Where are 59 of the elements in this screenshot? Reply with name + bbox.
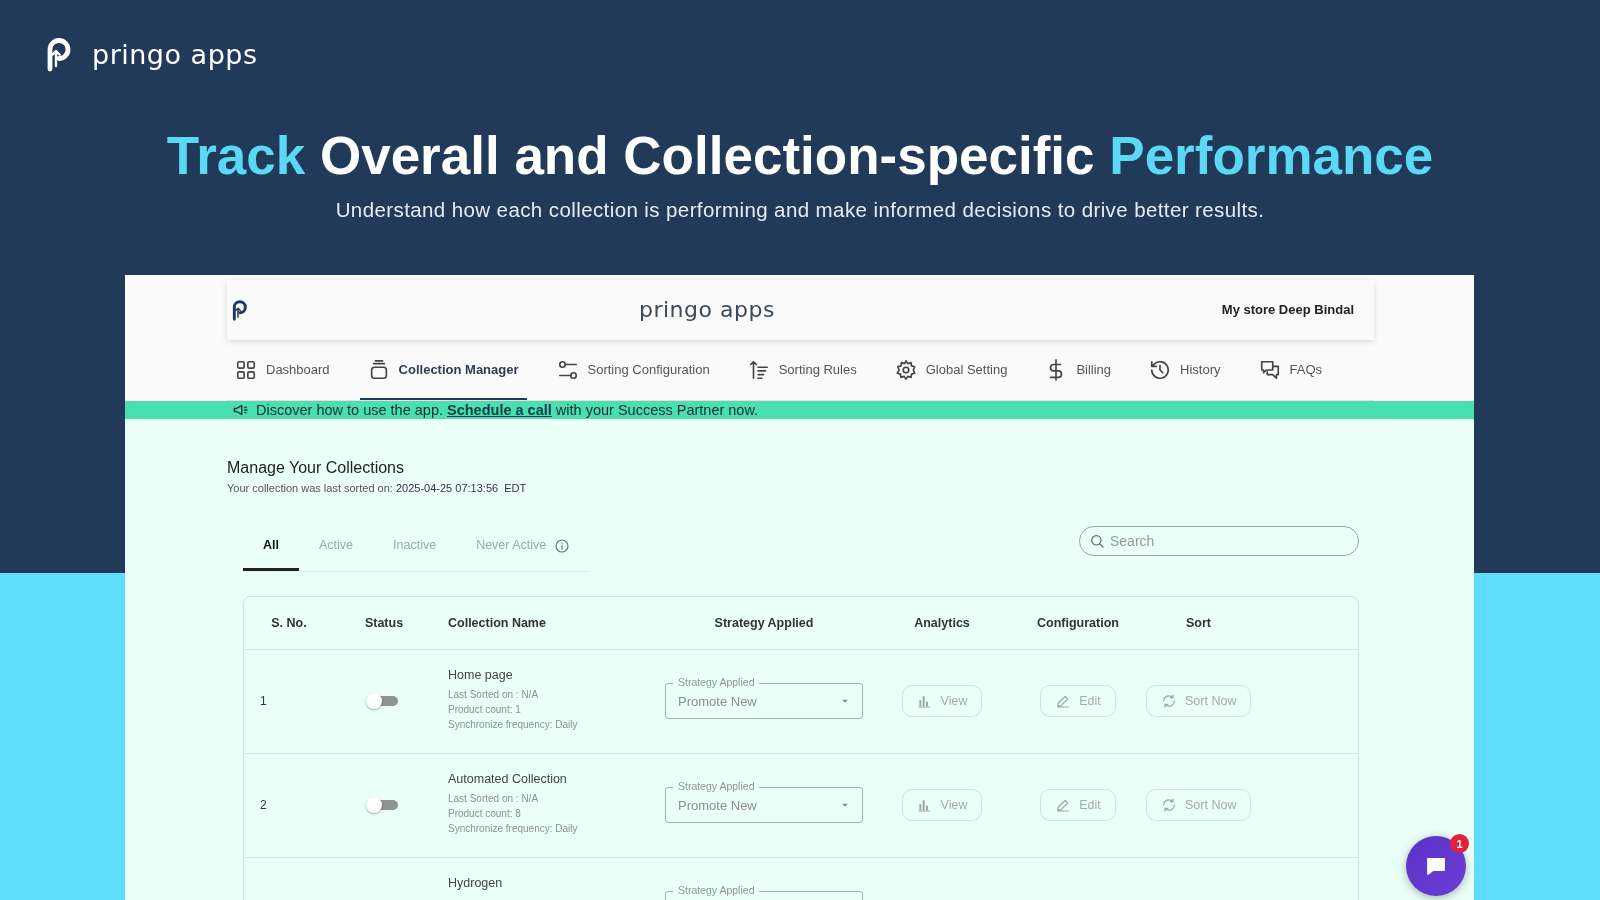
nav-tab[interactable]: Collection Manager	[359, 341, 527, 400]
collection-name: Automated Collection	[448, 771, 567, 786]
bar-chart-icon	[916, 797, 933, 814]
settings-icon	[894, 358, 917, 381]
nav-tab[interactable]: Sorting Configuration	[548, 341, 718, 400]
nav-tab[interactable]: Sorting Rules	[739, 341, 865, 400]
banner-message: Discover how to use the app. Schedule a call with your Success Partner now.	[256, 401, 759, 418]
bar-chart-button[interactable]: View	[901, 789, 983, 822]
nav-tab[interactable]: Global Setting	[886, 341, 1016, 400]
collection-detail: Last Sorted on : N/A	[448, 791, 539, 806]
section-title: Manage Your Collections	[227, 458, 405, 477]
bar-chart-button[interactable]: View	[901, 685, 983, 718]
bar-chart-icon	[916, 693, 933, 710]
column-header: Analytics	[913, 615, 971, 630]
collection-detail: Synchronize frequency: Daily	[448, 717, 578, 732]
column-header: Status	[363, 615, 405, 630]
collection-name: Hydrogen	[448, 875, 503, 890]
column-header: Configuration	[1036, 615, 1120, 630]
brand-name: pringo apps	[639, 297, 775, 323]
pencil-button[interactable]: Edit	[1040, 685, 1116, 718]
column-header: S. No.	[270, 615, 308, 630]
last-sorted-text: Your collection was last sorted on: 2025-04-25 07:13:56 EDT	[227, 481, 528, 494]
schedule-call-link[interactable]: Schedule a call	[447, 401, 552, 418]
nav-tab[interactable]: History	[1141, 341, 1229, 400]
row-number: 1	[260, 694, 267, 709]
brand-name: pringo apps	[92, 38, 258, 70]
nav-tab[interactable]: FAQs	[1250, 341, 1331, 400]
collection-detail: Product count: 8	[448, 806, 521, 821]
collection-detail: Product count: 1	[448, 702, 521, 717]
pencil-icon	[1055, 797, 1072, 814]
column-header: Strategy Applied	[713, 615, 815, 630]
search-icon	[1089, 532, 1105, 549]
refresh-button[interactable]: Sort Now	[1146, 685, 1252, 718]
sliders-icon	[556, 358, 579, 381]
column-header: Collection Name	[447, 615, 547, 630]
chat-bubbles-icon	[1258, 358, 1281, 381]
nav-tab[interactable]: Dashboard	[227, 341, 338, 400]
grid-icon	[235, 358, 257, 381]
row-number: 2	[260, 798, 267, 813]
filter-tab[interactable]: Active	[299, 521, 374, 571]
filter-tab[interactable]: All	[243, 521, 299, 571]
filter-tab[interactable]: Inactive	[373, 521, 457, 571]
collection-detail: Synchronize frequency: Daily	[448, 821, 578, 836]
filter-tab[interactable]: Never Active	[456, 521, 567, 571]
refresh-icon	[1161, 797, 1177, 814]
collection-detail: Last Sorted on : N/A	[448, 687, 539, 702]
column-header: Sort	[1185, 615, 1212, 630]
pencil-button[interactable]: Edit	[1040, 789, 1116, 822]
store-name: My store Deep Bindal	[1221, 302, 1354, 318]
headline: Track Overall and Collection-specific Performance	[166, 125, 1434, 187]
pencil-icon	[1055, 693, 1072, 710]
nav-tab[interactable]: Billing	[1037, 341, 1120, 400]
refresh-icon	[1161, 693, 1177, 710]
collection-name: Home page	[448, 667, 513, 682]
history-icon	[1149, 358, 1172, 381]
subtitle: Understand how each collection is performing and make informed decisions to drive better results.	[335, 197, 1265, 222]
sort-icon	[747, 358, 770, 381]
refresh-button[interactable]: Sort Now	[1146, 789, 1252, 822]
search-field[interactable]: Search	[1079, 525, 1359, 556]
